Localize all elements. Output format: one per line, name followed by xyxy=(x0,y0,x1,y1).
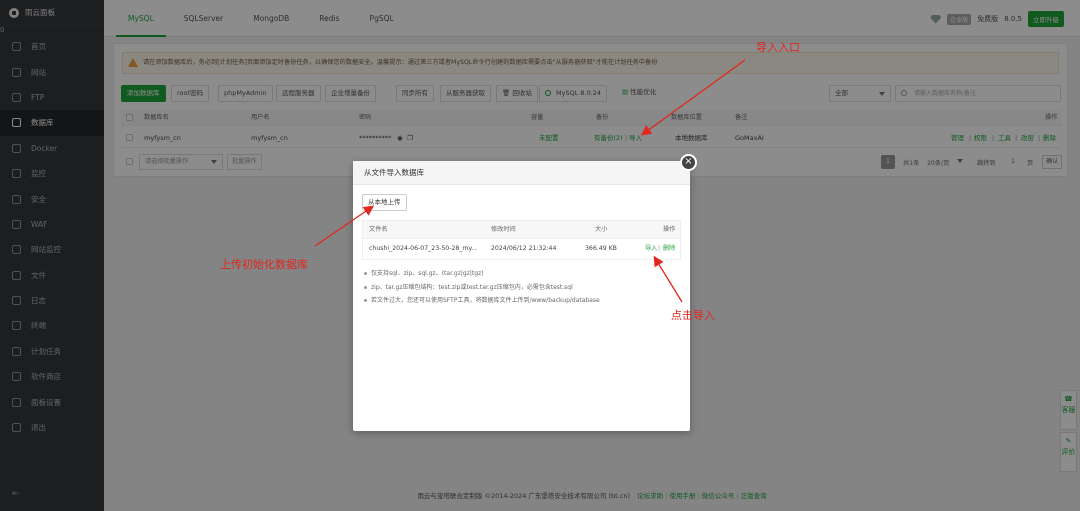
file-import-link[interactable]: 导入 xyxy=(645,239,657,259)
annotation-upload: 上传初始化数据库 xyxy=(220,258,308,271)
import-dialog: 从文件导入数据库 × 从本地上传 文件名 修改时间 大小 操作 chushi_2… xyxy=(353,154,697,431)
file-name: chushi_2024-06-07_23-50-28_my... xyxy=(369,245,478,252)
file-size: 366.49 KB xyxy=(585,245,617,252)
col-actions: 操作 xyxy=(663,226,676,233)
col-filename: 文件名 xyxy=(369,226,388,233)
file-table: 文件名 修改时间 大小 操作 chushi_2024-06-07_23-50-2… xyxy=(362,220,681,260)
tip-item: 仅支持sql、zip、sql.gz、(tar.gz|gz|tgz) xyxy=(362,267,600,281)
col-size: 大小 xyxy=(595,226,608,233)
annotation-click-import: 点击导入 xyxy=(671,309,715,322)
upload-local-button[interactable]: 从本地上传 xyxy=(362,194,407,211)
file-delete-link[interactable]: 删除 xyxy=(663,239,675,259)
tip-item: 若文件过大，您还可以使用SFTP工具，将数据库文件上传到/www/backup/… xyxy=(362,294,600,308)
annotation-import-entry: 导入入口 xyxy=(756,41,800,54)
file-table-header: 文件名 修改时间 大小 操作 xyxy=(363,221,680,239)
dialog-title: 从文件导入数据库 xyxy=(353,161,690,185)
col-modified: 修改时间 xyxy=(491,226,516,233)
tip-item: zip、tar.gz压缩包结构：test.zip或test.tar.gz压缩包内… xyxy=(362,281,600,295)
file-row: chushi_2024-06-07_23-50-28_my... 2024/06… xyxy=(363,239,680,259)
import-tips: 仅支持sql、zip、sql.gz、(tar.gz|gz|tgz) zip、ta… xyxy=(362,267,600,308)
file-time: 2024/06/12 21:32:44 xyxy=(491,245,557,252)
close-icon[interactable]: × xyxy=(680,154,697,171)
